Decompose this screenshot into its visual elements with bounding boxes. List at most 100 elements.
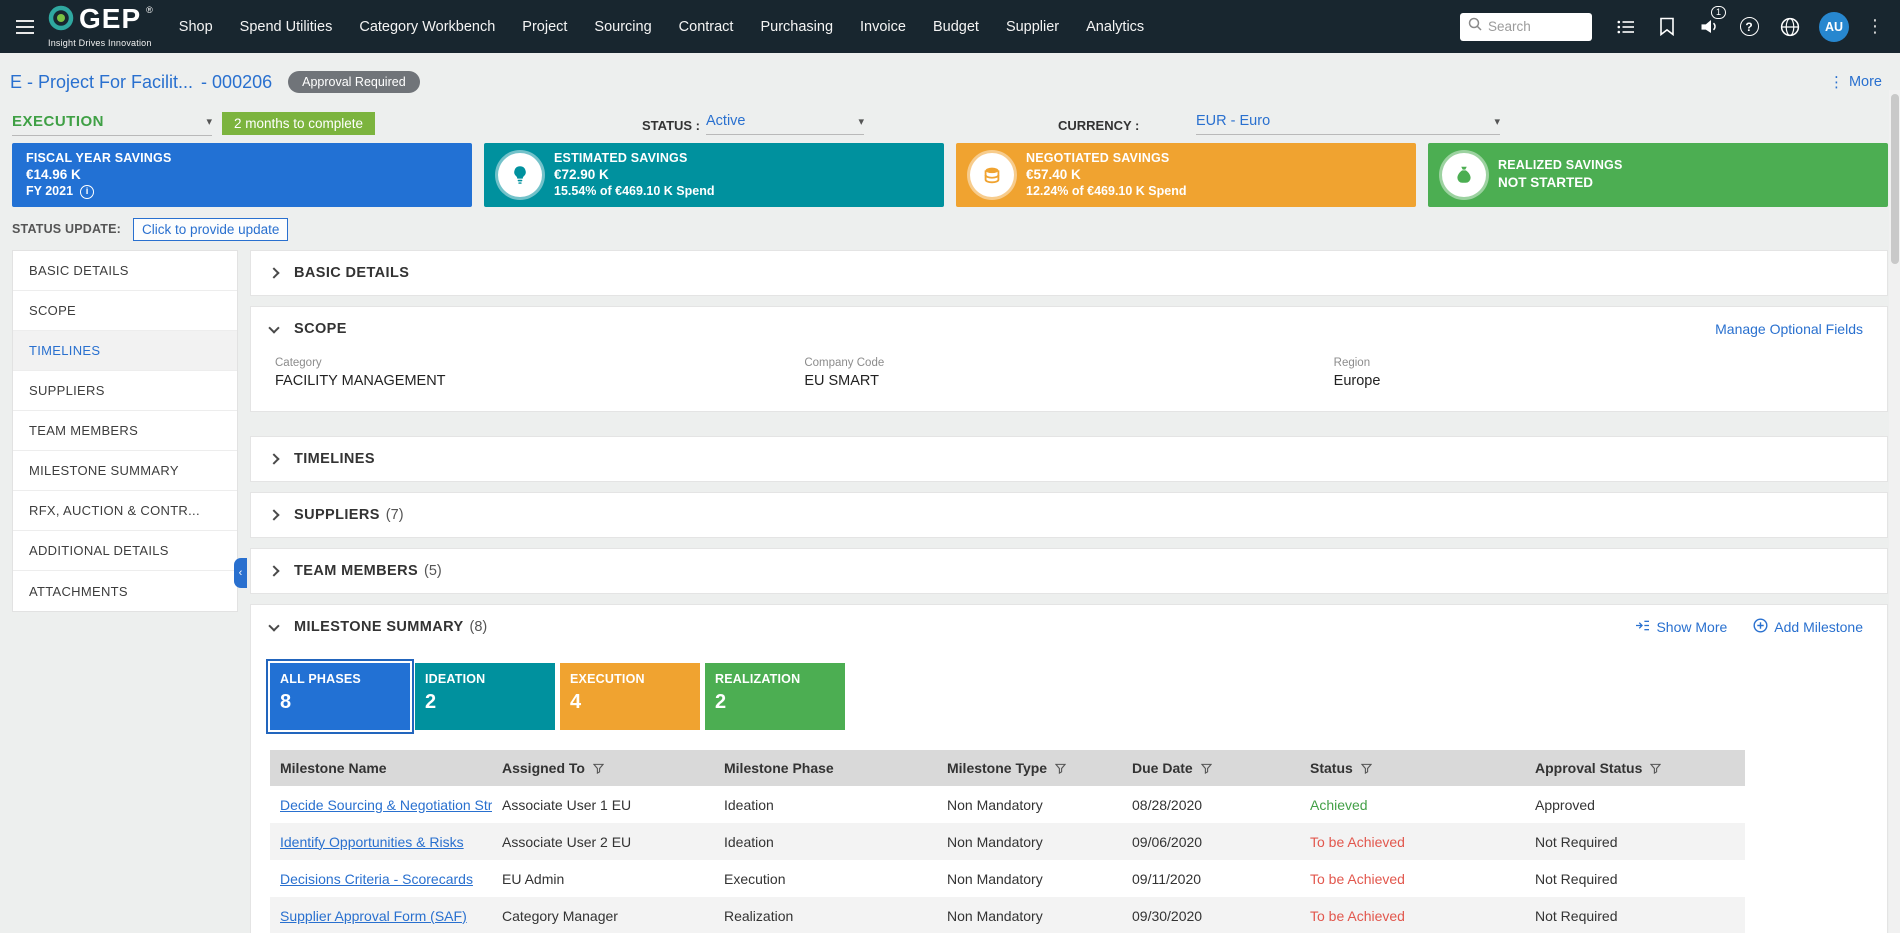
currency-value: EUR - Euro [1196, 113, 1271, 129]
info-icon[interactable]: i [80, 184, 95, 199]
bookmark-icon[interactable] [1655, 15, 1679, 39]
more-menu[interactable]: ⋮ More [1829, 73, 1882, 91]
team-members-count: (5) [424, 563, 442, 579]
chevron-down-icon [268, 619, 280, 632]
basic-details-header[interactable]: BASIC DETAILS [251, 251, 1887, 295]
sidebar-item-attachments[interactable]: ATTACHMENTS [13, 571, 237, 611]
filter-icon [1360, 763, 1373, 775]
add-milestone-button[interactable]: Add Milestone [1753, 618, 1863, 636]
sidebar-item-rfx-auction-contract[interactable]: RFX, AUCTION & CONTR... [13, 491, 237, 531]
cell-phase: Ideation [724, 833, 774, 850]
kpi-negotiated-savings: NEGOTIATED SAVINGS €57.40 K 12.24% of €4… [956, 143, 1416, 207]
phase-filter-all-phases[interactable]: ALL PHASES 8 [266, 659, 414, 734]
sidebar-item-suppliers[interactable]: SUPPLIERS [13, 371, 237, 411]
hamburger-menu-icon[interactable] [16, 16, 34, 38]
nav-item-spend-utilities[interactable]: Spend Utilities [240, 19, 333, 35]
column-header-milestone-name[interactable]: Milestone Name [270, 750, 492, 786]
cell-type: Non Mandatory [947, 833, 1043, 850]
nav-item-budget[interactable]: Budget [933, 19, 979, 35]
nav-item-shop[interactable]: Shop [179, 19, 213, 35]
column-header-milestone-phase[interactable]: Milestone Phase [714, 750, 937, 786]
kpi-value: €57.40 K [1026, 167, 1081, 183]
table-row: Supplier Approval Form (SAF) Category Ma… [270, 897, 1745, 933]
column-header-assigned-to[interactable]: Assigned To [492, 750, 714, 786]
search-input[interactable] [1488, 19, 1584, 34]
nav-item-project[interactable]: Project [522, 19, 567, 35]
provide-update-button[interactable]: Click to provide update [133, 217, 289, 241]
overflow-menu-icon[interactable]: ⋮ [1866, 16, 1884, 37]
milestone-link[interactable]: Identify Opportunities & Risks [280, 834, 464, 850]
gep-tagline: Insight Drives Innovation [48, 38, 152, 48]
table-row: Decide Sourcing & Negotiation Str... Ass… [270, 786, 1745, 823]
kpi-title: REALIZED SAVINGS [1498, 158, 1623, 173]
show-more-button[interactable]: Show More [1635, 619, 1727, 635]
sidebar-item-basic-details[interactable]: BASIC DETAILS [13, 251, 237, 291]
cell-due-date: 09/06/2020 [1132, 833, 1203, 850]
cell-assigned-to: Associate User 2 EU [502, 833, 632, 850]
field-category: Category FACILITY MANAGEMENT [275, 357, 446, 389]
activity-list-icon[interactable] [1614, 15, 1638, 39]
scope-header[interactable]: SCOPE Manage Optional Fields [251, 307, 1887, 351]
status-label: STATUS : [642, 118, 701, 133]
sidebar-item-team-members[interactable]: TEAM MEMBERS [13, 411, 237, 451]
column-header-milestone-type[interactable]: Milestone Type [937, 750, 1122, 786]
filter-icon [1650, 763, 1662, 775]
manage-optional-fields-link[interactable]: Manage Optional Fields [1715, 321, 1863, 337]
nav-item-category-workbench[interactable]: Category Workbench [359, 19, 495, 35]
cell-status: Achieved [1300, 786, 1525, 823]
sidebar-item-scope[interactable]: SCOPE [13, 291, 237, 331]
scrollbar-thumb[interactable] [1890, 94, 1899, 264]
nav-item-purchasing[interactable]: Purchasing [760, 19, 833, 35]
status-row: EXECUTION ▾ 2 months to complete STATUS … [0, 111, 1900, 141]
nav-item-contract[interactable]: Contract [679, 19, 734, 35]
sidebar-collapse-handle[interactable]: ‹ [234, 558, 247, 588]
milestone-link[interactable]: Decide Sourcing & Negotiation Str... [280, 797, 492, 813]
cell-approval-status: Approved [1535, 796, 1595, 813]
sidebar-item-timelines[interactable]: TIMELINES [13, 331, 237, 371]
nav-icon-group: 1 ? AU ⋮ [1614, 5, 1884, 42]
user-avatar[interactable]: AU [1819, 11, 1849, 42]
cell-type: Non Mandatory [947, 870, 1043, 887]
nav-item-supplier[interactable]: Supplier [1006, 19, 1059, 35]
nav-item-invoice[interactable]: Invoice [860, 19, 906, 35]
milestone-link[interactable]: Supplier Approval Form (SAF) [280, 908, 467, 924]
nav-item-analytics[interactable]: Analytics [1086, 19, 1144, 35]
table-header-row: Milestone Name Assigned To Milestone Pha… [270, 750, 1745, 786]
sidebar-item-additional-details[interactable]: ADDITIONAL DETAILS [13, 531, 237, 571]
column-header-due-date[interactable]: Due Date [1122, 750, 1300, 786]
panel-timelines: TIMELINES [250, 436, 1888, 482]
plus-circle-icon [1753, 618, 1768, 636]
column-header-status[interactable]: Status [1300, 750, 1525, 786]
sidebar-item-milestone-summary[interactable]: MILESTONE SUMMARY [13, 451, 237, 491]
registered-mark: ® [146, 5, 153, 15]
panel-team-members: TEAM MEMBERS (5) [250, 548, 1888, 594]
status-update-label: STATUS UPDATE: [12, 222, 122, 236]
globe-icon[interactable] [1778, 15, 1802, 39]
announcements-icon[interactable]: 1 [1696, 5, 1726, 39]
cell-phase: Execution [724, 870, 786, 887]
app-window: GEP ® Insight Drives Innovation Shop Spe… [0, 0, 1900, 933]
timelines-header[interactable]: TIMELINES [251, 437, 1887, 481]
filter-icon [1200, 763, 1212, 775]
global-search [1460, 12, 1592, 41]
status-dropdown[interactable]: Active ▾ [706, 113, 864, 135]
milestone-link[interactable]: Decisions Criteria - Scorecards [280, 871, 473, 887]
phase-filter-ideation[interactable]: IDEATION 2 [415, 663, 555, 730]
suppliers-header[interactable]: SUPPLIERS (7) [251, 493, 1887, 537]
phase-filter-execution[interactable]: EXECUTION 4 [560, 663, 700, 730]
currency-dropdown[interactable]: EUR - Euro ▾ [1196, 113, 1500, 135]
field-region: Region Europe [1333, 357, 1381, 389]
milestone-summary-header[interactable]: MILESTONE SUMMARY (8) Show More Add Mile… [251, 605, 1887, 649]
status-text: To be Achieved [1310, 870, 1405, 887]
project-phase-dropdown[interactable]: EXECUTION ▾ [12, 113, 212, 136]
team-members-header[interactable]: TEAM MEMBERS (5) [251, 549, 1887, 593]
nav-item-sourcing[interactable]: Sourcing [594, 19, 651, 35]
status-text: To be Achieved [1310, 907, 1405, 924]
gep-logo[interactable]: GEP ® Insight Drives Innovation [48, 5, 153, 49]
help-icon[interactable]: ? [1737, 15, 1761, 39]
kpi-cards-row: FISCAL YEAR SAVINGS €14.96 K FY 2021 i E… [0, 143, 1900, 207]
phase-filter-realization[interactable]: REALIZATION 2 [705, 663, 845, 730]
vertical-scrollbar[interactable] [1889, 90, 1900, 933]
lightbulb-icon [498, 153, 542, 197]
column-header-approval-status[interactable]: Approval Status [1525, 750, 1745, 786]
